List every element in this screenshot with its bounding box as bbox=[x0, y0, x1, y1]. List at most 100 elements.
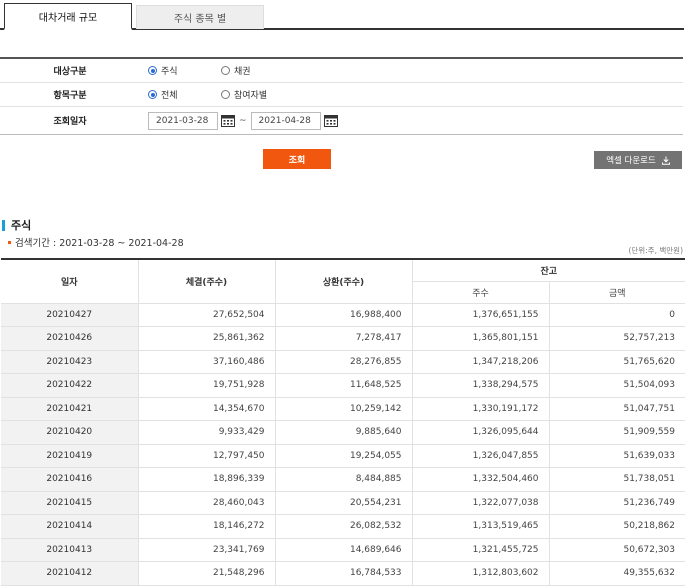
radio-label: 전체 bbox=[161, 91, 178, 101]
tab-lending-volume[interactable]: 대차거래 규모 bbox=[4, 3, 132, 30]
radio-unchecked-icon bbox=[221, 90, 230, 99]
cell-shares: 1,347,218,206 bbox=[411, 350, 549, 374]
form-row-target: 대상구분 주식 채권 bbox=[0, 59, 683, 83]
cell-settle: 25,861,362 bbox=[137, 326, 275, 351]
cell-shares: 1,321,455,725 bbox=[411, 538, 549, 562]
col-header-shares: 주수 bbox=[411, 281, 549, 304]
table-row: 20210412 21,548,296 16,784,533 1,312,803,60… bbox=[1, 561, 685, 586]
radio-checked-icon bbox=[148, 66, 157, 75]
cell-shares: 1,322,077,038 bbox=[411, 491, 549, 515]
col-header-settle: 체결(주수) bbox=[137, 258, 275, 304]
date-label: 조회일자 bbox=[53, 117, 87, 127]
cell-amount: 51,909,559 bbox=[548, 420, 685, 445]
cell-date: 20210427 bbox=[1, 303, 138, 327]
table-row: 20210413 23,341,769 14,689,646 1,321,455,72… bbox=[1, 538, 685, 562]
cell-shares: 1,365,801,151 bbox=[411, 326, 549, 351]
radio-label: 주식 bbox=[161, 67, 178, 77]
target-label: 대상구분 bbox=[53, 67, 87, 77]
form-row-date: 조회일자 2021-03-28 ~ 2021-04-28 bbox=[0, 107, 683, 134]
excel-download-label: 엑셀 다운로드 bbox=[606, 156, 656, 166]
form-row-item: 항목구분 전체 참여자별 bbox=[0, 83, 683, 107]
download-icon bbox=[661, 156, 670, 165]
title-bar-marker bbox=[2, 219, 5, 231]
cell-date: 20210426 bbox=[1, 326, 138, 351]
cell-date: 20210412 bbox=[1, 561, 138, 586]
table-row: 20210421 14,354,670 10,259,142 1,330,191,17… bbox=[1, 397, 685, 421]
col-header-date: 일자 bbox=[1, 258, 138, 304]
cell-amount: 52,757,213 bbox=[548, 326, 685, 351]
cell-repay: 14,689,646 bbox=[274, 538, 412, 562]
cell-repay: 28,276,855 bbox=[274, 350, 412, 374]
cell-settle: 19,751,928 bbox=[137, 373, 275, 398]
cell-shares: 1,326,047,855 bbox=[411, 444, 549, 468]
cell-amount: 50,672,303 bbox=[548, 538, 685, 562]
cell-repay: 19,254,055 bbox=[274, 444, 412, 468]
cell-settle: 12,797,450 bbox=[137, 444, 275, 468]
col-header-repay: 상환(주수) bbox=[274, 258, 412, 304]
cell-repay: 8,484,885 bbox=[274, 467, 412, 492]
cell-amount: 0 bbox=[548, 303, 685, 327]
date-to-input[interactable]: 2021-04-28 bbox=[250, 111, 321, 130]
search-form: 대상구분 주식 채권 항목구분 전체 참여자별 조회일자 2021-03-28 … bbox=[0, 57, 683, 135]
table-row: 20210426 25,861,362 7,278,417 1,365,801,151… bbox=[1, 326, 685, 351]
tab-bar: 대차거래 규모 주식 종목 별 bbox=[0, 0, 687, 30]
radio-bond[interactable]: 채권 bbox=[221, 64, 264, 77]
search-button[interactable]: 조회 bbox=[263, 149, 331, 169]
radio-stock[interactable]: 주식 bbox=[148, 64, 191, 77]
cell-date: 20210419 bbox=[1, 444, 138, 468]
cell-repay: 20,554,231 bbox=[274, 491, 412, 515]
cell-date: 20210415 bbox=[1, 491, 138, 515]
cell-settle: 37,160,486 bbox=[137, 350, 275, 374]
cell-shares: 1,312,803,602 bbox=[411, 561, 549, 586]
cell-date: 20210420 bbox=[1, 420, 138, 445]
table-row: 20210422 19,751,928 11,648,525 1,338,294,57… bbox=[1, 373, 685, 398]
table-row: 20210419 12,797,450 19,254,055 1,326,047,85… bbox=[1, 444, 685, 468]
unit-note: (단위:주, 백만원) bbox=[628, 246, 683, 255]
section-title-text: 주식 bbox=[11, 219, 32, 232]
lending-table: 일자 체결(주수) 상환(주수) 잔고 주수 금액 20210427 27,652… bbox=[1, 258, 685, 586]
cell-shares: 1,338,294,575 bbox=[411, 373, 549, 398]
cell-settle: 18,896,339 bbox=[137, 467, 275, 492]
radio-label: 참여자별 bbox=[234, 91, 268, 101]
cell-repay: 16,988,400 bbox=[274, 303, 412, 327]
cell-amount: 51,738,051 bbox=[548, 467, 685, 492]
cell-amount: 49,355,632 bbox=[548, 561, 685, 586]
cell-settle: 27,652,504 bbox=[137, 303, 275, 327]
cell-shares: 1,326,095,644 bbox=[411, 420, 549, 445]
calendar-icon[interactable] bbox=[323, 114, 338, 127]
date-from-input[interactable]: 2021-03-28 bbox=[148, 111, 218, 130]
cell-settle: 18,146,272 bbox=[137, 514, 275, 539]
cell-repay: 11,648,525 bbox=[274, 373, 412, 398]
date-separator: ~ bbox=[239, 115, 247, 126]
tab-stock-by-issue[interactable]: 주식 종목 별 bbox=[136, 5, 264, 29]
cell-shares: 1,376,651,155 bbox=[411, 303, 549, 327]
cell-amount: 50,218,862 bbox=[548, 514, 685, 539]
cell-shares: 1,332,504,460 bbox=[411, 467, 549, 492]
item-label: 항목구분 bbox=[53, 91, 87, 101]
search-period-text: 검색기간 : 2021-03-28 ~ 2021-04-28 bbox=[15, 238, 184, 249]
col-header-amount: 금액 bbox=[548, 281, 685, 304]
cell-amount: 51,765,620 bbox=[548, 350, 685, 374]
cell-repay: 7,278,417 bbox=[274, 326, 412, 351]
cell-repay: 26,082,532 bbox=[274, 514, 412, 539]
excel-download-button[interactable]: 엑셀 다운로드 bbox=[594, 151, 682, 169]
cell-amount: 51,504,093 bbox=[548, 373, 685, 398]
radio-by-participant[interactable]: 참여자별 bbox=[221, 88, 267, 101]
table-row: 20210416 18,896,339 8,484,885 1,332,504,460… bbox=[1, 467, 685, 492]
calendar-icon[interactable] bbox=[221, 114, 235, 127]
cell-settle: 21,548,296 bbox=[137, 561, 275, 586]
radio-unchecked-icon bbox=[221, 66, 230, 75]
radio-all[interactable]: 전체 bbox=[148, 88, 191, 101]
cell-shares: 1,330,191,172 bbox=[411, 397, 549, 421]
search-period: 검색기간 : 2021-03-28 ~ 2021-04-28 bbox=[8, 235, 184, 249]
bullet-icon bbox=[8, 240, 11, 244]
cell-repay: 16,784,533 bbox=[274, 561, 412, 586]
cell-settle: 23,341,769 bbox=[137, 538, 275, 562]
cell-date: 20210421 bbox=[1, 397, 138, 421]
cell-settle: 14,354,670 bbox=[137, 397, 275, 421]
cell-shares: 1,313,519,465 bbox=[411, 514, 549, 539]
cell-date: 20210422 bbox=[1, 373, 138, 398]
cell-settle: 28,460,043 bbox=[137, 491, 275, 515]
cell-settle: 9,933,429 bbox=[137, 420, 275, 445]
table-row: 20210423 37,160,486 28,276,855 1,347,218,20… bbox=[1, 350, 685, 374]
